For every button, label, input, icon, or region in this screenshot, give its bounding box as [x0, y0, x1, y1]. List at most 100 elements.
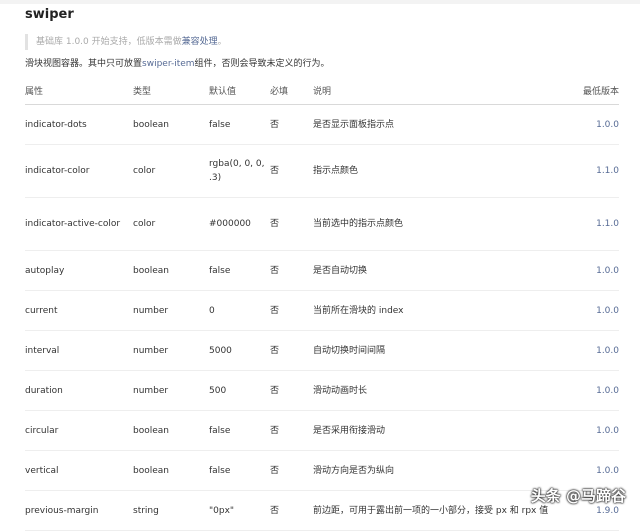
required-cell: 否: [270, 371, 300, 410]
version-cell: 1.0.0: [559, 371, 619, 410]
description-cell: 当前选中的指示点颜色: [313, 198, 543, 250]
required-cell: 否: [270, 331, 300, 370]
default-cell: 5000: [209, 331, 265, 370]
attribute-cell: autoplay: [25, 251, 130, 290]
version-note: 基础库 1.0.0 开始支持，低版本需做兼容处理。: [25, 34, 227, 50]
description-suffix: 组件，否则会导致未定义的行为。: [194, 59, 330, 69]
attribute-cell: circular: [25, 411, 130, 450]
type-cell: number: [133, 291, 203, 330]
type-cell-text: number: [133, 345, 169, 356]
attribute-cell-text: vertical: [25, 465, 59, 476]
default-cell-text: rgba(0, 0, 0, .3): [209, 159, 265, 183]
version-cell-text[interactable]: 1.0.0: [596, 344, 619, 358]
type-cell: boolean: [133, 411, 203, 450]
type-cell-text: boolean: [133, 465, 169, 476]
attribute-cell-text: interval: [25, 345, 60, 356]
type-cell-text: number: [133, 305, 169, 316]
description-cell-text: 滑动方向是否为纵向: [313, 465, 395, 476]
required-cell-text: 否: [270, 219, 280, 229]
version-cell-text[interactable]: 1.0.0: [596, 464, 619, 478]
table-row: indicator-active-color color #000000 否 当前选中的…: [25, 198, 619, 251]
type-cell: boolean: [133, 251, 203, 290]
version-cell: 1.1.0: [559, 198, 619, 250]
description-cell: 是否显示面板指示点: [313, 105, 543, 144]
type-cell: number: [133, 331, 203, 370]
version-note-suffix: 。: [217, 37, 227, 47]
table-body: indicator-dots boolean false 否 是否显示面板指示点 1.0.…: [25, 105, 619, 531]
attribute-cell: indicator-active-color: [25, 198, 130, 250]
description-cell-text: 是否自动切换: [313, 265, 368, 276]
header-attribute: 属性: [25, 87, 44, 97]
attribute-cell-text: circular: [25, 425, 59, 436]
version-cell-text[interactable]: 1.0.0: [596, 384, 619, 398]
required-cell-text: 否: [270, 465, 280, 476]
type-cell-text: color: [133, 219, 156, 229]
default-cell: rgba(0, 0, 0, .3): [209, 145, 265, 197]
attribute-cell-text: indicator-color: [25, 166, 90, 176]
table-row: interval number 5000 否 自动切换时间间隔 1.0.0: [25, 331, 619, 371]
description-cell-text: 指示点颜色: [313, 166, 359, 176]
version-cell-text[interactable]: 1.0.0: [596, 264, 619, 278]
type-cell-text: number: [133, 385, 169, 396]
default-cell: 0: [209, 291, 265, 330]
type-cell: boolean: [133, 451, 203, 490]
description-cell: 指示点颜色: [313, 145, 543, 197]
description-cell: 前边距，可用于露出前一项的一小部分，接受 px 和 rpx 值: [313, 491, 548, 530]
description-prefix: 滑块视图容器。其中只可放置: [25, 59, 143, 69]
attribute-cell: vertical: [25, 451, 130, 490]
version-cell-text[interactable]: 1.0.0: [596, 118, 619, 132]
description-cell-text: 是否采用衔接滑动: [313, 425, 386, 436]
version-cell: 1.0.0: [559, 331, 619, 370]
description-cell: 当前所在滑块的 index: [313, 291, 543, 330]
description-cell-text: 滑动动画时长: [313, 385, 368, 396]
version-cell: 1.0.0: [559, 105, 619, 144]
attribute-cell: interval: [25, 331, 130, 370]
top-bar: [0, 0, 640, 4]
type-cell-text: boolean: [133, 119, 169, 130]
description-cell: 是否自动切换: [313, 251, 543, 290]
table-row: indicator-dots boolean false 否 是否显示面板指示点 1.0.…: [25, 105, 619, 145]
version-note-text: 基础库 1.0.0 开始支持，低版本需做: [36, 37, 182, 47]
version-cell-text[interactable]: 1.1.0: [596, 217, 619, 231]
default-cell-text: 0: [209, 305, 215, 316]
type-cell-text: boolean: [133, 265, 169, 276]
description-cell-text: 自动切换时间间隔: [313, 345, 386, 356]
page-title: swiper: [25, 7, 74, 22]
required-cell-text: 否: [270, 385, 280, 396]
required-cell: 否: [270, 491, 300, 530]
attribute-cell: duration: [25, 371, 130, 410]
attributes-table: 属性 类型 默认值 必填 说明 最低版本 indicator-dots boole…: [25, 80, 619, 531]
header-description: 说明: [313, 87, 332, 97]
default-cell-text: false: [209, 465, 231, 476]
table-row: autoplay boolean false 否 是否自动切换 1.0.0: [25, 251, 619, 291]
swiper-item-link[interactable]: swiper-item: [142, 59, 195, 69]
attribute-cell: previous-margin: [25, 491, 130, 530]
attribute-cell-text: current: [25, 305, 58, 316]
version-cell-text[interactable]: 1.0.0: [596, 304, 619, 318]
required-cell-text: 否: [270, 345, 280, 356]
required-cell-text: 否: [270, 425, 280, 436]
compatibility-link[interactable]: 兼容处理: [182, 37, 218, 47]
type-cell: color: [133, 198, 203, 250]
description-cell-text: 前边距，可用于露出前一项的一小部分，接受 px 和 rpx 值: [313, 505, 549, 516]
required-cell-text: 否: [270, 505, 280, 516]
description-cell-text: 当前选中的指示点颜色: [313, 219, 404, 229]
type-cell-text: color: [133, 166, 156, 176]
version-cell-text[interactable]: 1.1.0: [596, 164, 619, 178]
table-row: indicator-color color rgba(0, 0, 0, .3) 否 指示…: [25, 145, 619, 198]
required-cell: 否: [270, 451, 300, 490]
attribute-cell: current: [25, 291, 130, 330]
attribute-cell: indicator-color: [25, 145, 130, 197]
version-cell-text[interactable]: 1.0.0: [596, 424, 619, 438]
attribute-cell-text: autoplay: [25, 265, 65, 276]
type-cell: string: [133, 491, 203, 530]
default-cell: 500: [209, 371, 265, 410]
default-cell-text: 500: [209, 385, 227, 396]
required-cell: 否: [270, 291, 300, 330]
header-min-version: 最低版本: [582, 87, 619, 97]
attribute-cell-text: indicator-active-color: [25, 219, 121, 229]
type-cell: color: [133, 145, 203, 197]
attribute-cell-text: previous-margin: [25, 505, 99, 516]
version-cell: 1.0.0: [559, 251, 619, 290]
type-cell-text: boolean: [133, 425, 169, 436]
